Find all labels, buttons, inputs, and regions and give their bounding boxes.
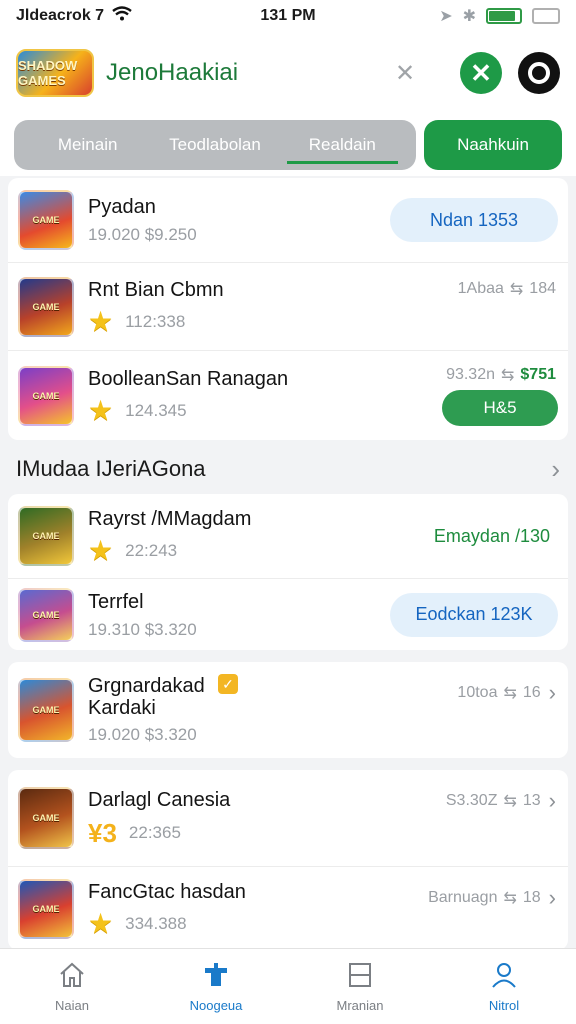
game-icon: GAME — [18, 276, 74, 337]
share-icon: ⇆ — [509, 281, 524, 298]
game-stats: 22:365 — [128, 823, 181, 842]
list-item[interactable]: GAME Darlagl Canesia ¥3 22:365 S3.30Z ⇆ 1… — [8, 770, 568, 866]
coin-icon: ¥3 — [88, 817, 117, 848]
share-icon: ⇆ — [501, 367, 515, 384]
wifi-icon — [112, 5, 132, 27]
meta-count: 13 — [522, 792, 541, 809]
list-item[interactable]: GAME FancGtac hasdan ★ 334.388 Barnuagn ⇆… — [8, 866, 568, 950]
game-stats: 19.020 $3.320 — [88, 725, 197, 744]
game-meta: Barnuagn ⇆ 18 › — [428, 885, 556, 911]
menu-icon — [349, 963, 371, 987]
status-bar: Jldeacrok 7 131 PM ➤ ✱ — [0, 0, 576, 32]
share-icon: ⇆ — [503, 890, 517, 907]
list-item[interactable]: GAME Terrfel 19.310 $3.320 Eodckan 123K — [8, 578, 568, 650]
carrier-label: Jldeacrok 7 — [16, 7, 105, 24]
meta-count: 18 — [522, 889, 541, 906]
action-button[interactable]: Ndan 1353 — [390, 198, 558, 242]
bottom-nav: Naian Noogeua Mranian Nitrol — [0, 948, 576, 1024]
logo-text: SHADOW GAMES — [18, 58, 78, 88]
app-logo[interactable]: SHADOW GAMES — [16, 49, 94, 97]
chevron-right-icon: › — [551, 453, 560, 484]
app-title: JenoHaakiai — [106, 59, 239, 86]
section-header[interactable]: IMudaa IJeriAGona › — [0, 446, 576, 492]
nav-profile[interactable]: Nitrol — [432, 949, 576, 1024]
nav-label: Mranian — [336, 998, 384, 1013]
game-meta: 10toa ⇆ 16 › — [457, 680, 556, 706]
meta-label: 93.32n — [446, 366, 495, 383]
record-button[interactable] — [518, 52, 560, 94]
meta-label: 10toa — [457, 684, 498, 701]
game-list-card: GAME Grgnardakad Kardaki 19.020 $3.320 ✓… — [8, 662, 568, 758]
chevron-right-icon[interactable]: › — [549, 680, 556, 706]
game-icon: GAME — [18, 365, 74, 426]
nav-home[interactable]: Naian — [0, 949, 144, 1024]
battery-outline-icon — [532, 8, 560, 24]
verified-icon: ✓ — [218, 674, 238, 694]
game-icon: GAME — [18, 190, 74, 250]
tab-realdain[interactable]: Realdain — [279, 120, 406, 170]
game-list-card: GAME Pyadan 19.020 $9.250 Ndan 1353 GAME… — [8, 178, 568, 440]
record-icon — [528, 62, 550, 84]
meta-label: Barnuagn — [428, 889, 498, 906]
chevron-right-icon[interactable]: › — [549, 885, 556, 911]
tab-bar: Meinain Teodlabolan Realdain Naahkuin — [0, 114, 576, 176]
user-icon — [492, 963, 516, 988]
meta-count: 16 — [522, 684, 541, 701]
tab-top[interactable]: Teodlabolan — [151, 120, 278, 170]
list-item[interactable]: GAME Pyadan 19.020 $9.250 Ndan 1353 — [8, 178, 568, 262]
star-icon: ★ — [88, 394, 114, 426]
games-icon — [205, 963, 227, 986]
meta-count: 184 — [529, 280, 556, 297]
game-icon: GAME — [18, 587, 74, 642]
game-stats: 22:243 — [125, 541, 178, 560]
tab-cta-button[interactable]: Naahkuin — [424, 120, 562, 170]
nav-label: Nitrol — [488, 998, 520, 1013]
battery-icon — [486, 8, 522, 24]
game-stats: 124.345 — [125, 400, 187, 420]
game-meta: 1Abaa ⇆ 184 — [458, 279, 556, 299]
game-icon: GAME — [18, 678, 74, 742]
share-icon: ⇆ — [503, 793, 517, 810]
list-item[interactable]: GAME Grgnardakad Kardaki 19.020 $3.320 ✓… — [8, 662, 568, 758]
game-stats: 334.388 — [125, 913, 187, 933]
star-icon: ★ — [88, 907, 114, 939]
tabs-group: Meinain Teodlabolan Realdain — [14, 120, 416, 170]
game-meta: 93.32n ⇆ $751 — [446, 365, 556, 385]
nav-games[interactable]: Noogeua — [144, 949, 288, 1024]
app-header: SHADOW GAMES JenoHaakiai ✕ ✕ — [0, 32, 576, 114]
game-icon: GAME — [18, 787, 74, 849]
list-item[interactable]: GAME Rnt Bian Cbmn ★ 112:338 1Abaa ⇆ 184 — [8, 262, 568, 350]
home-icon — [60, 962, 84, 987]
meta-label: 1Abaa — [457, 280, 504, 297]
game-icon: GAME — [18, 878, 74, 939]
bluetooth-icon: ✱ — [462, 8, 476, 25]
action-button[interactable]: Eodckan 123K — [390, 592, 558, 637]
featured-list-card: GAME Rayrst /MMagdam ★ 22:243 Emaydan /13… — [8, 494, 568, 650]
star-icon: ★ — [88, 535, 114, 566]
list-item[interactable]: GAME Rayrst /MMagdam ★ 22:243 Emaydan /13… — [8, 494, 568, 578]
tab-main[interactable]: Meinain — [24, 120, 151, 170]
action-link[interactable]: Emaydan /130 — [434, 526, 550, 547]
section-title: IMudaa IJeriAGona — [16, 456, 206, 481]
star-icon: ★ — [88, 305, 114, 337]
close-button[interactable]: ✕ — [460, 52, 502, 94]
price-label: $751 — [520, 366, 556, 383]
buy-button[interactable]: H&5 — [442, 390, 558, 426]
location-icon: ➤ — [439, 8, 453, 25]
game-list-card: GAME Darlagl Canesia ¥3 22:365 S3.30Z ⇆ 1… — [8, 770, 568, 950]
close-icon[interactable]: ✕ — [390, 58, 420, 88]
list-item[interactable]: GAME BoolleanSan Ranagan ★ 124.345 93.32n… — [8, 350, 568, 440]
share-icon: ⇆ — [503, 685, 517, 702]
nav-label: Noogeua — [189, 998, 243, 1013]
meta-label: S3.30Z — [445, 792, 498, 809]
nav-menu[interactable]: Mranian — [288, 949, 432, 1024]
game-name: Grgnardakad Kardaki — [88, 675, 205, 719]
game-meta: S3.30Z ⇆ 13 › — [446, 788, 556, 814]
nav-label: Naian — [55, 998, 89, 1013]
chevron-right-icon[interactable]: › — [549, 788, 556, 814]
game-icon: GAME — [18, 506, 74, 566]
game-stats: 112:338 — [125, 311, 186, 331]
